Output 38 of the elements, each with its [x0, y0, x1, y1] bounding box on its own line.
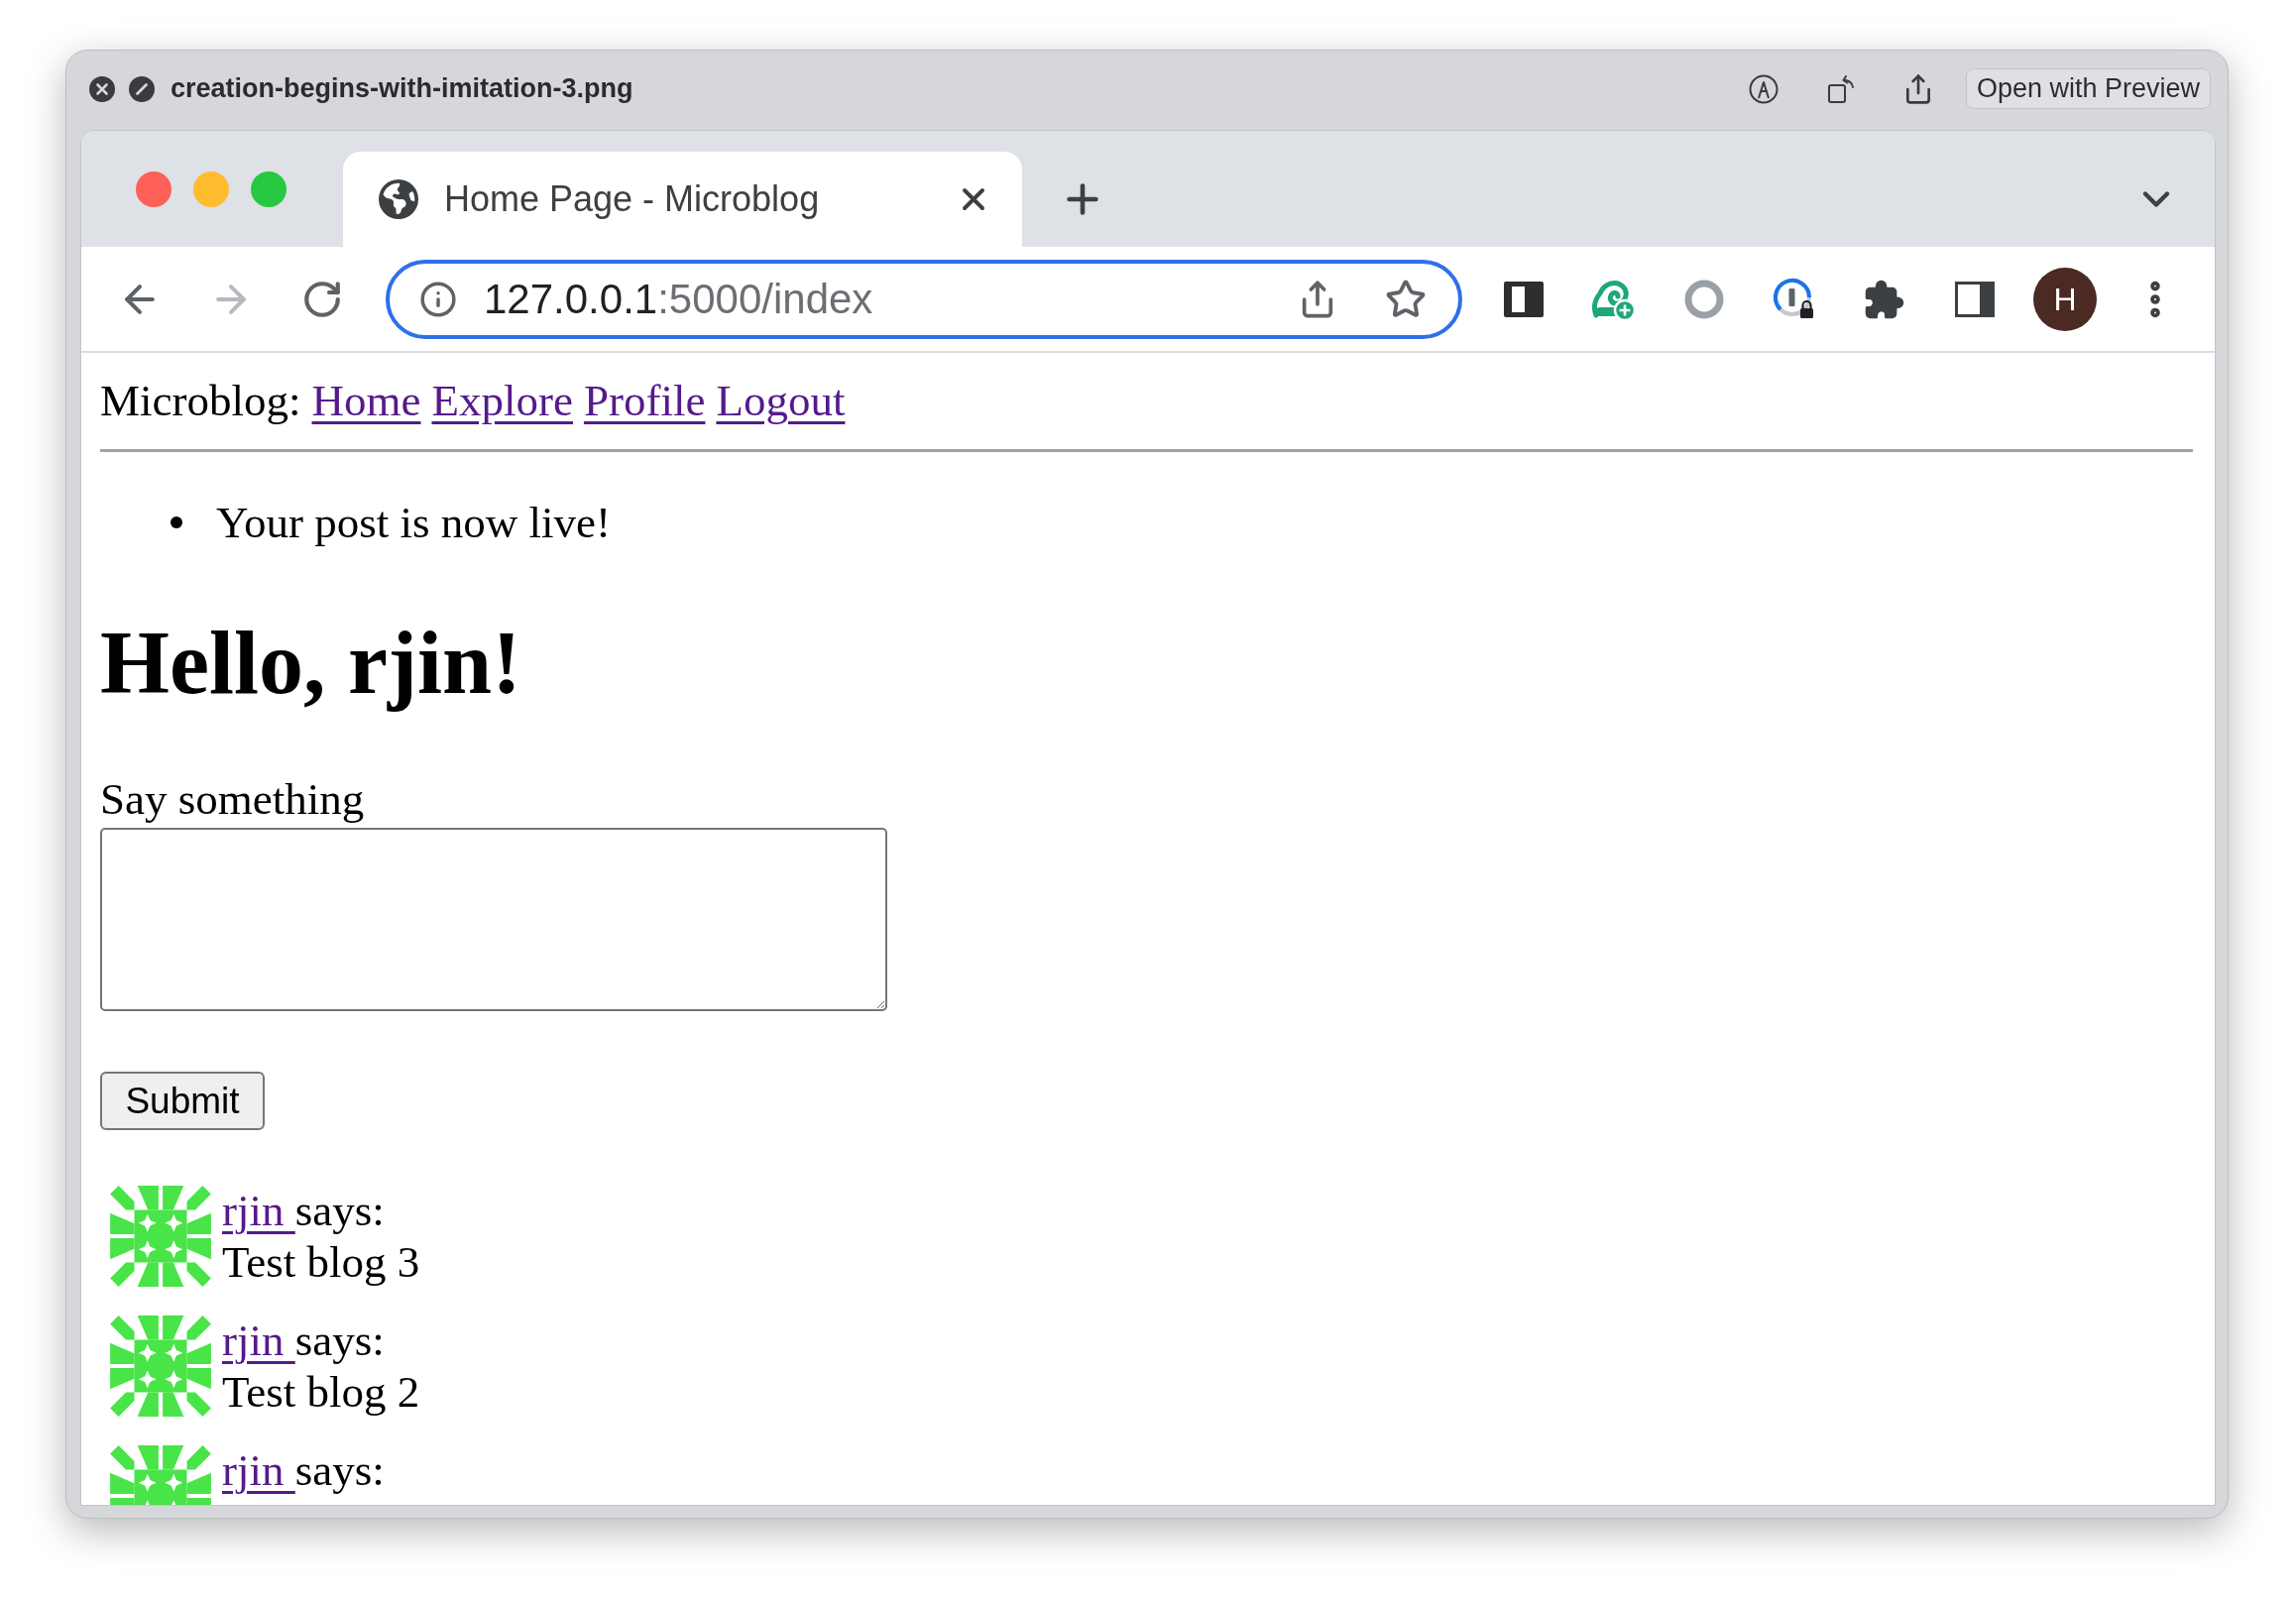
globe-icon [379, 179, 418, 219]
post-body: Test blog 2 [222, 1366, 420, 1418]
pattern-avatar-icon [108, 1184, 213, 1289]
close-icon[interactable] [89, 75, 115, 102]
ring-icon[interactable] [1684, 279, 1724, 319]
window-title: creation-begins-with-imitation-3.png [171, 72, 633, 106]
post-textarea[interactable] [100, 828, 887, 1011]
pen-circle-icon[interactable] [1748, 73, 1779, 104]
pattern-avatar-icon [108, 1314, 213, 1419]
url-text: 127.0.0.1:5000/index [484, 278, 873, 320]
info-icon[interactable] [419, 280, 457, 318]
nav-link[interactable]: Profile [583, 375, 706, 426]
page-heading: Hello, rjin! [100, 613, 521, 714]
post-byline: rjin says: [222, 1185, 386, 1236]
post-body: Test blog 3 [222, 1236, 420, 1288]
profile-button[interactable]: H [2033, 267, 2097, 331]
author-link[interactable]: rjin [222, 1186, 295, 1235]
rotate-square-icon[interactable] [1826, 73, 1857, 104]
author-link[interactable]: rjin [222, 1316, 295, 1365]
post-byline: rjin says: [222, 1315, 386, 1366]
submit-button[interactable]: Submit [100, 1072, 265, 1130]
open-with-preview-button[interactable]: Open with Preview [1965, 68, 2211, 109]
author-link[interactable]: rjin [222, 1445, 295, 1495]
circle-lock-icon[interactable] [1773, 277, 1816, 321]
site-brand: Microblog: [100, 375, 301, 426]
nav-link[interactable]: Explore [431, 375, 573, 426]
nav-link[interactable]: Logout [716, 375, 846, 426]
field-label: Say something [100, 773, 365, 825]
flash-message: Your post is now live! [216, 497, 611, 548]
address-bar[interactable]: 127.0.0.1:5000/index [386, 259, 1462, 339]
bullet-icon [171, 516, 182, 528]
panel-square-icon[interactable] [1504, 281, 1544, 317]
side-panel-icon[interactable] [1955, 281, 1995, 317]
post-byline: rjin says: [222, 1444, 385, 1496]
nav-link[interactable]: Home [311, 375, 421, 426]
bookmark-star-icon[interactable] [1385, 278, 1427, 320]
browser-tab[interactable]: Home Page - Microblog [343, 152, 1022, 247]
slash-circle-icon[interactable] [129, 75, 155, 102]
